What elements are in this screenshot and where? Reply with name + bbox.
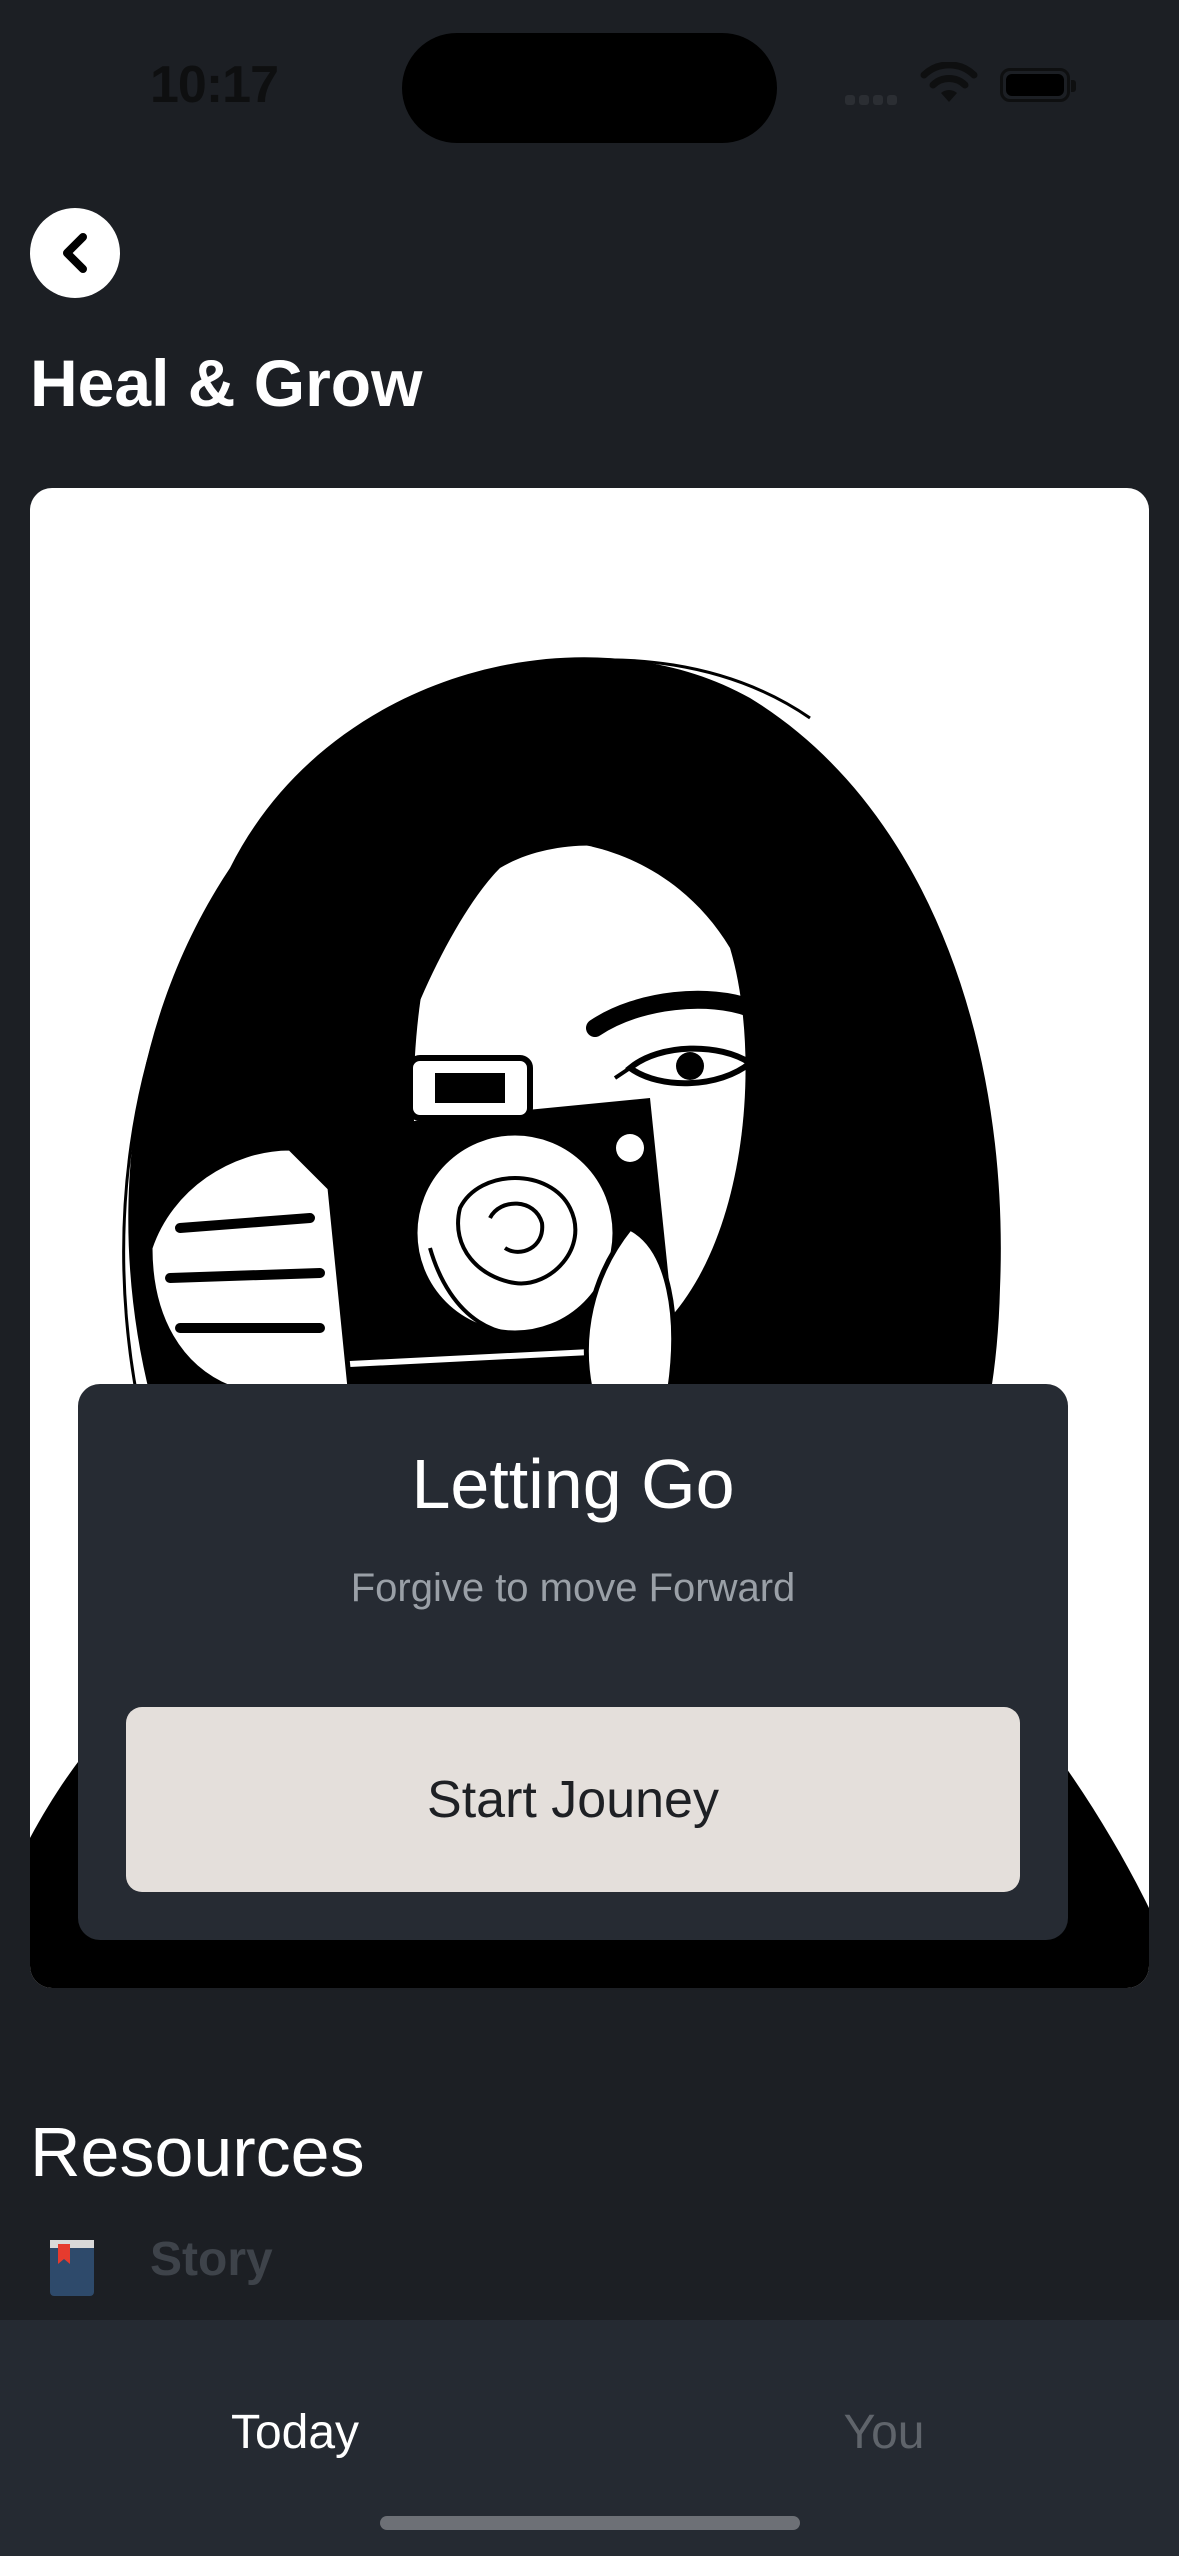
resources-title: Resources (30, 2113, 365, 2191)
cellular-signal-icon (845, 92, 901, 110)
resource-item-label: Story (150, 2233, 273, 2286)
tab-you[interactable]: You (734, 2405, 1034, 2460)
book-icon (50, 2240, 94, 2296)
page-title: Heal & Grow (30, 346, 423, 420)
status-time: 10:17 (150, 56, 279, 114)
dynamic-island (402, 33, 777, 143)
journey-title: Letting Go (411, 1445, 735, 1523)
battery-icon (1000, 68, 1076, 102)
resource-item-story[interactable]: Story (50, 2228, 450, 2298)
status-bar: 10:17 (0, 0, 1179, 150)
back-button[interactable] (30, 208, 120, 298)
journey-subtitle: Forgive to move Forward (350, 1566, 796, 1610)
chevron-left-icon (63, 233, 87, 273)
home-indicator[interactable] (380, 2516, 800, 2530)
journey-card: Letting Go Forgive to move Forward Start… (78, 1384, 1068, 1940)
start-journey-button[interactable]: Start Jouney (126, 1707, 1020, 1892)
wifi-icon (920, 62, 978, 102)
tab-today[interactable]: Today (145, 2405, 445, 2460)
